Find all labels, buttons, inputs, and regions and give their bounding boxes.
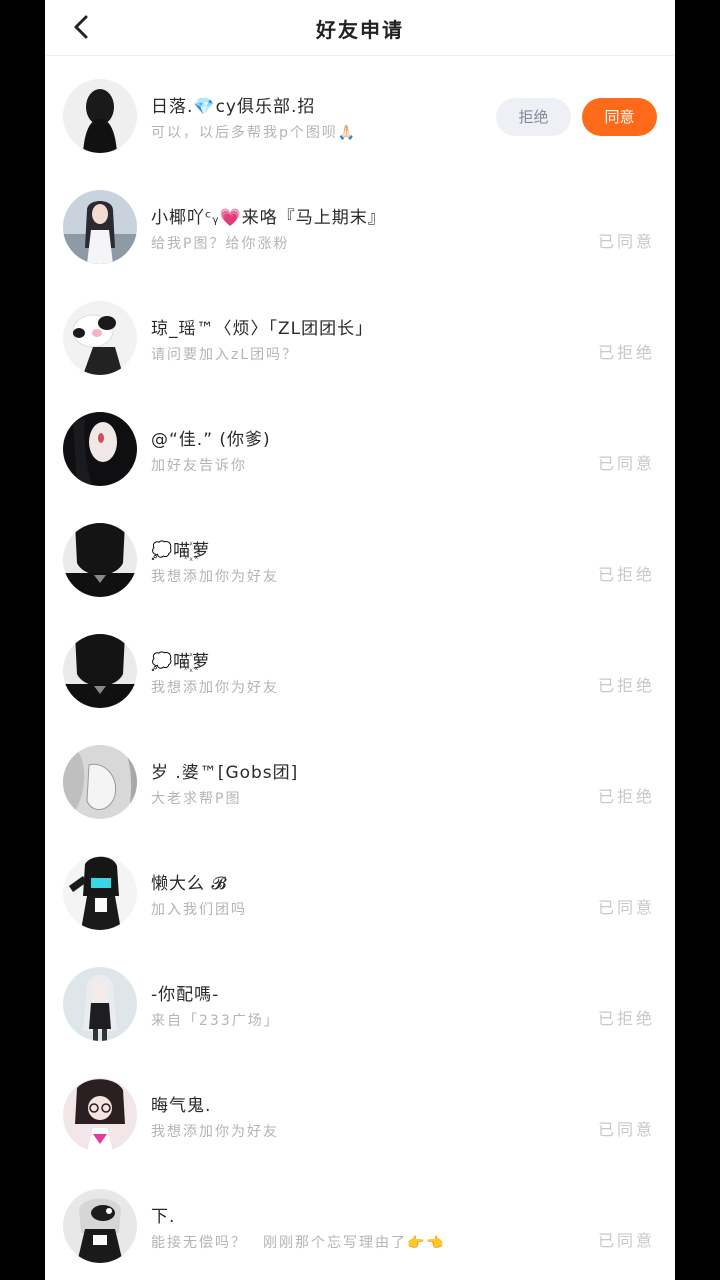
request-name: 小椰吖ᶜᵧ💗来咯『马上期末』 [151, 208, 386, 228]
avatar[interactable] [63, 745, 137, 819]
request-row[interactable]: @“佳.” (你爹) 加好友告诉你 已同意 [45, 395, 675, 506]
avatar[interactable] [63, 190, 137, 264]
avatar[interactable] [63, 523, 137, 597]
request-message: 请问要加入zL团吗？ [151, 347, 299, 363]
request-message: 我想添加你为好友 [151, 1124, 279, 1140]
request-name: @“佳.” (你爹) [151, 430, 271, 450]
reject-button[interactable]: 拒绝 [496, 98, 571, 136]
page-title: 好友申请 [316, 18, 404, 42]
request-name: 岁 .婆™[Gobs团] [151, 763, 299, 783]
request-name: 懒大么 𝓑 [151, 874, 228, 894]
request-message: 来自「233广场」 [151, 1013, 280, 1029]
avatar[interactable] [63, 412, 137, 486]
status-label: 已拒绝 [597, 343, 655, 362]
request-row[interactable]: 岁 .婆™[Gobs团] 大老求帮P图 已拒绝 [45, 728, 675, 839]
avatar[interactable] [63, 634, 137, 708]
request-name: 晦气鬼. [151, 1096, 212, 1116]
status-label: 已同意 [597, 898, 655, 917]
avatar[interactable] [63, 79, 137, 153]
request-name: 日落.💎cy俱乐部.招 [151, 97, 316, 117]
status-label: 已同意 [597, 1231, 655, 1250]
request-row[interactable]: 小椰吖ᶜᵧ💗来咯『马上期末』 给我P图？给你涨粉 已同意 [45, 173, 675, 284]
request-row[interactable]: 💭喵꙰萝 我想添加你为好友 已拒绝 [45, 506, 675, 617]
status-label: 已拒绝 [597, 787, 655, 806]
accept-button[interactable]: 同意 [582, 98, 657, 136]
request-message: 加好友告诉你 [151, 458, 247, 474]
avatar[interactable] [63, 301, 137, 375]
friend-requests-screen: 好友申请 日落.💎cy俱乐部.招 可以，以后多帮我p个图呗🙏🏻 拒绝 同意 小椰… [45, 0, 675, 1280]
request-name: -你配嗎- [151, 985, 220, 1005]
request-list: 日落.💎cy俱乐部.招 可以，以后多帮我p个图呗🙏🏻 拒绝 同意 小椰吖ᶜᵧ💗来… [45, 62, 675, 1280]
request-row[interactable]: 懒大么 𝓑 加入我们团吗 已同意 [45, 839, 675, 950]
request-name: 💭喵꙰萝 [151, 652, 211, 672]
status-label: 已同意 [597, 1120, 655, 1139]
request-message: 可以，以后多帮我p个图呗🙏🏻 [151, 125, 358, 141]
status-label: 已拒绝 [597, 1009, 655, 1028]
request-message: 加入我们团吗 [151, 902, 247, 918]
request-name: 💭喵꙰萝 [151, 541, 211, 561]
request-message: 大老求帮P图 [151, 791, 242, 807]
request-row[interactable]: 日落.💎cy俱乐部.招 可以，以后多帮我p个图呗🙏🏻 拒绝 同意 [45, 62, 675, 173]
status-label: 已同意 [597, 454, 655, 473]
request-row[interactable]: 下. 能接无偿吗？ 刚刚那个忘写理由了👉👈 已同意 [45, 1172, 675, 1280]
avatar[interactable] [63, 856, 137, 930]
status-label: 已拒绝 [597, 676, 655, 695]
request-message: 我想添加你为好友 [151, 569, 279, 585]
status-label: 已拒绝 [597, 565, 655, 584]
request-row[interactable]: 💭喵꙰萝 我想添加你为好友 已拒绝 [45, 617, 675, 728]
status-label: 已同意 [597, 232, 655, 251]
request-message: 我想添加你为好友 [151, 680, 279, 696]
request-row[interactable]: -你配嗎- 来自「233广场」 已拒绝 [45, 950, 675, 1061]
avatar[interactable] [63, 967, 137, 1041]
top-bar: 好友申请 [45, 0, 675, 56]
request-message: 能接无偿吗？ 刚刚那个忘写理由了👉👈 [151, 1235, 446, 1251]
request-message: 给我P图？给你涨粉 [151, 236, 290, 252]
request-row[interactable]: 晦气鬼. 我想添加你为好友 已同意 [45, 1061, 675, 1172]
request-name: 琼_瑶™〈烦〉「ZL团团长」 [151, 319, 374, 339]
avatar[interactable] [63, 1189, 137, 1263]
avatar[interactable] [63, 1078, 137, 1152]
request-row[interactable]: 琼_瑶™〈烦〉「ZL团团长」 请问要加入zL团吗？ 已拒绝 [45, 284, 675, 395]
request-name: 下. [151, 1207, 176, 1227]
